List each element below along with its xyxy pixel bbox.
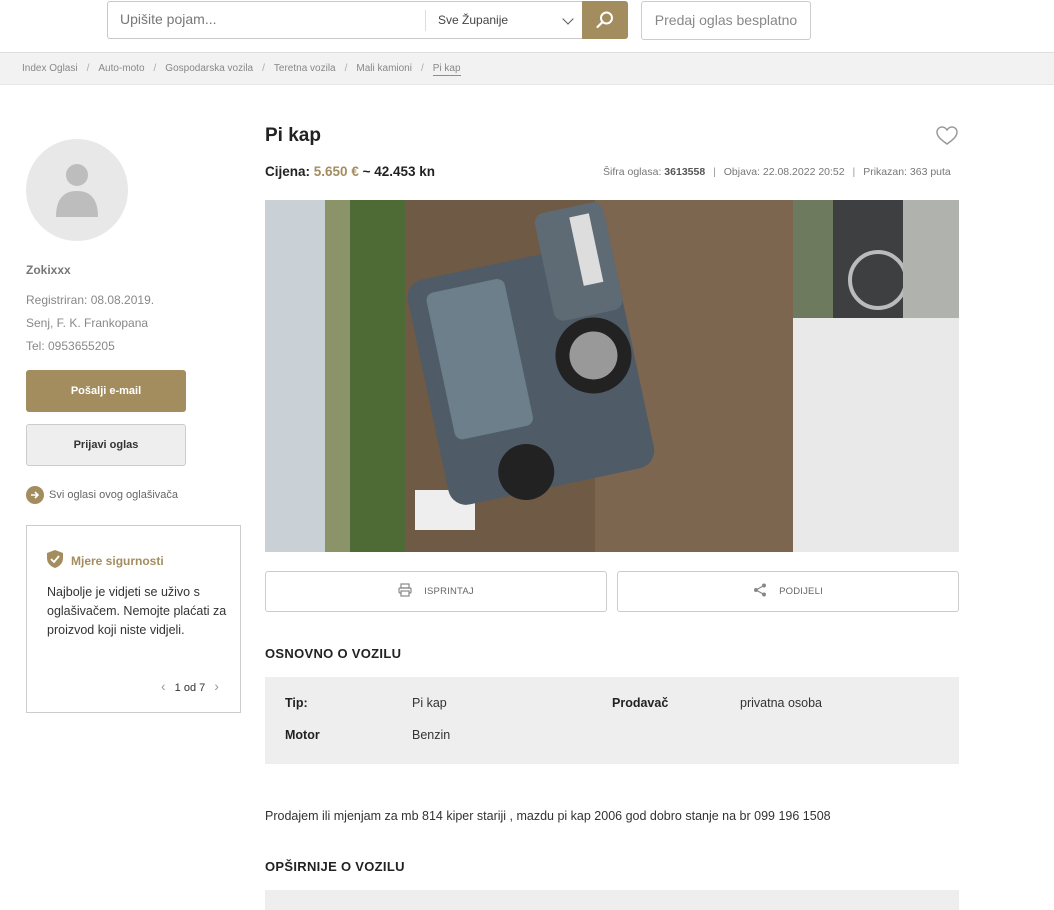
more-info-table (265, 890, 959, 910)
breadcrumb-item-auto-moto[interactable]: Auto-moto (98, 63, 144, 74)
pager-prev-button[interactable]: ‹ (161, 678, 166, 694)
more-vehicle-info-heading: OPŠIRNIJE O VOZILU (265, 859, 405, 874)
seller-name[interactable]: Zokixxx (26, 263, 71, 277)
seller-registered: Registriran: 08.08.2019. (26, 293, 155, 307)
meta-separator: | (852, 166, 856, 178)
ad-published: Objava: 22.08.2022 20:52 (723, 166, 845, 178)
breadcrumb-separator: / (344, 63, 348, 74)
seller-phone[interactable]: Tel: 0953655205 (26, 339, 115, 353)
photo-placeholder (793, 318, 959, 552)
breadcrumb: Index Oglasi / Auto-moto / Gospodarska vozil… (22, 63, 461, 76)
breadcrumb-separator: / (86, 63, 90, 74)
search-button[interactable] (582, 1, 628, 39)
all-seller-ads-link[interactable]: Svi oglasi ovog oglašivača (26, 486, 178, 504)
ad-code: 3613558 (664, 166, 706, 178)
avatar (26, 139, 128, 241)
spec-label-seller: Prodavač (612, 696, 669, 710)
specs-table: Tip: Pi kap Prodavač privatna osoba Moto… (265, 677, 959, 764)
vehicle-interior-image (793, 200, 959, 318)
print-button-label: ISPRINTAJ (424, 586, 474, 597)
post-ad-button[interactable]: Predaj oglas besplatno (641, 1, 811, 40)
safety-tips-pager: ‹ 1 od 7 › (152, 678, 228, 694)
search-divider (425, 10, 426, 31)
breadcrumb-item-current[interactable]: Pi kap (432, 63, 461, 76)
ad-views: Prikazan: 363 puta (863, 166, 951, 178)
ad-code-label: Šifra oglasa: (603, 166, 662, 178)
safety-tips-box: Mjere sigurnosti Najbolje je vidjeti se … (26, 525, 241, 713)
spec-label-engine: Motor (285, 728, 320, 742)
price-eur: 5.650 € (313, 164, 359, 179)
vehicle-photo-image (265, 200, 793, 552)
site-header: Sve Županije Predaj oglas besplatno (0, 0, 1054, 52)
print-button[interactable]: ISPRINTAJ (265, 571, 607, 612)
spec-value-seller: privatna osoba (740, 696, 823, 710)
share-button-label: PODIJELI (779, 586, 823, 597)
share-button[interactable]: PODIJELI (617, 571, 959, 612)
pager-next-button[interactable]: › (214, 678, 219, 694)
price-label: Cijena: (265, 164, 311, 179)
breadcrumb-separator: / (153, 63, 157, 74)
safety-tips-heading: Mjere sigurnosti (47, 550, 164, 568)
meta-separator: | (713, 166, 716, 178)
spec-value-engine: Benzin (412, 728, 451, 742)
arrow-right-icon (26, 486, 44, 504)
breadcrumb-item-small-trucks[interactable]: Mali kamioni (356, 63, 412, 74)
search-box: Sve Županije (107, 1, 583, 39)
price-line: Cijena: 5.650 € ~ 42.453 kn (265, 164, 435, 179)
chevron-down-icon (562, 13, 574, 25)
report-ad-button[interactable]: Prijavi oglas (26, 424, 186, 466)
search-input[interactable] (120, 11, 420, 27)
heart-icon[interactable] (936, 126, 958, 146)
breadcrumb-separator: / (262, 63, 265, 74)
basic-vehicle-info-heading: OSNOVNO O VOZILU (265, 646, 402, 661)
main-photo[interactable] (265, 200, 793, 552)
printer-icon (398, 583, 412, 597)
seller-location: Senj, F. K. Frankopana (26, 316, 149, 330)
pager-status: 1 od 7 (174, 682, 206, 694)
safety-tips-title: Mjere sigurnosti (71, 554, 164, 568)
share-icon (754, 583, 767, 597)
county-select-value: Sve Županije (438, 13, 509, 27)
breadcrumb-separator: / (420, 63, 424, 74)
spec-value-type: Pi kap (412, 696, 447, 710)
send-email-button[interactable]: Pošalji e-mail (26, 370, 186, 412)
county-select[interactable]: Sve Županije (438, 2, 584, 38)
all-seller-ads-label: Svi oglasi ovog oglašivača (49, 488, 179, 501)
breadcrumb-bar: Index Oglasi / Auto-moto / Gospodarska vozil… (0, 52, 1054, 85)
thumbnail-photo[interactable] (793, 200, 959, 318)
price-kn: ~ 42.453 kn (362, 164, 436, 179)
user-avatar-icon (56, 164, 98, 217)
breadcrumb-item-commercial-vehicles[interactable]: Gospodarska vozila (165, 63, 253, 74)
ad-meta: Šifra oglasa: 3613558 | Objava: 22.08.20… (603, 166, 951, 178)
breadcrumb-item-trucks[interactable]: Teretna vozila (274, 63, 336, 74)
search-icon (596, 11, 613, 29)
ad-title: Pi kap (265, 125, 321, 146)
safety-tips-text: Najbolje je vidjeti se uživo s oglašivač… (47, 585, 227, 637)
breadcrumb-item-index[interactable]: Index Oglasi (22, 63, 78, 74)
ad-description: Prodajem ili mjenjam za mb 814 kiper sta… (265, 809, 831, 823)
spec-label-type: Tip: (285, 696, 308, 710)
shield-check-icon (47, 550, 63, 568)
